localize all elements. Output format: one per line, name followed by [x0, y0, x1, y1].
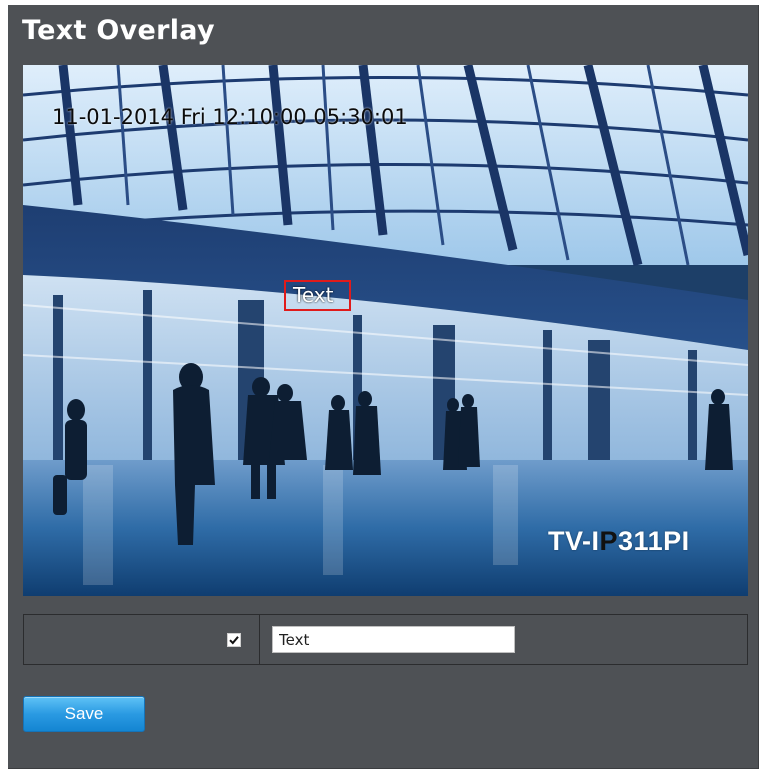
osd-datetime: 11-01-2014 Fri 12:10:00 05:30:01: [52, 105, 408, 129]
osd-model-name: TV-IP311PI: [548, 526, 690, 557]
model-highlight: P: [599, 526, 619, 556]
checkmark-icon: [229, 635, 239, 644]
text-overlay-panel: Text Overlay 11-01-2014 Fri 12:10:00 05:…: [8, 5, 759, 769]
save-button[interactable]: Save: [23, 696, 145, 732]
text-overlay-row: [23, 614, 748, 665]
model-prefix: TV-I: [548, 526, 600, 556]
enable-overlay-checkbox[interactable]: [227, 632, 241, 647]
overlay-text-input[interactable]: [272, 626, 515, 653]
panel-title: Text Overlay: [22, 15, 215, 46]
camera-image: [23, 65, 748, 596]
model-suffix: 311PI: [618, 526, 690, 556]
osd-text-label: Text: [293, 283, 334, 307]
text-cell: [260, 614, 748, 665]
enable-cell: [23, 614, 260, 665]
camera-preview: 11-01-2014 Fri 12:10:00 05:30:01 Text TV…: [23, 65, 748, 596]
